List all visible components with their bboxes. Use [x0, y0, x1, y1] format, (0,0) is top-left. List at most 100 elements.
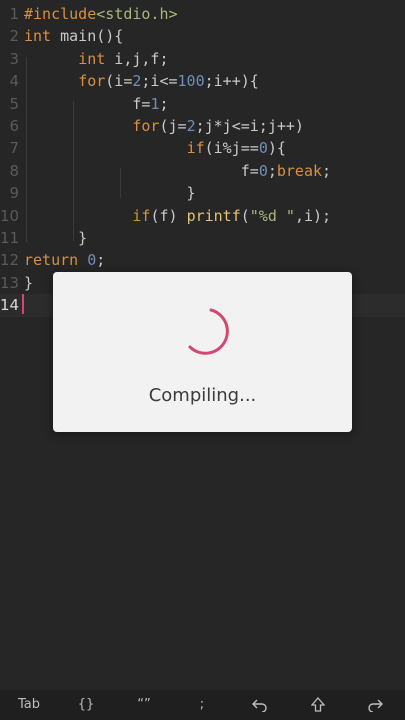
code-line[interactable]: 12 return 0; — [0, 249, 405, 271]
code-text: #include<stdio.h> — [24, 3, 178, 25]
code-line[interactable]: 10 if(f) printf("%d ",i); — [0, 205, 405, 227]
code-text: int main(){ — [24, 25, 123, 47]
code-line[interactable]: 1 #include<stdio.h> — [0, 3, 405, 25]
code-text: } — [24, 227, 87, 249]
indent-guide — [73, 101, 74, 241]
code-token: (j= — [159, 117, 187, 135]
code-token: ,i); — [294, 206, 332, 225]
code-token: } — [24, 184, 196, 203]
code-token: ; — [159, 94, 169, 113]
code-token: <stdio.h> — [96, 5, 178, 23]
code-token: i,j,f; — [105, 49, 169, 68]
code-token: 0 — [87, 251, 97, 270]
code-line[interactable]: 8 f=0;break; — [0, 160, 405, 182]
line-number: 11 — [0, 229, 20, 247]
code-text: int i,j,f; — [24, 48, 169, 70]
code-text: if(f) printf("%d ",i); — [24, 205, 331, 227]
code-line[interactable]: 2 int main(){ — [0, 25, 405, 47]
redo-button[interactable] — [355, 690, 395, 720]
code-token: } — [24, 273, 34, 292]
line-number: 3 — [9, 49, 19, 68]
code-token: #include — [24, 5, 97, 23]
code-text: return 0; — [24, 249, 105, 271]
code-text: if(i%j==0){ — [24, 137, 286, 159]
code-token: f= — [24, 94, 151, 113]
code-line[interactable]: 4 for(i=2;i<=100;i++){ — [0, 70, 405, 92]
code-token: ; — [322, 161, 332, 180]
code-token: ; — [96, 251, 106, 270]
code-line[interactable]: 6 for(j=2;j*j<=i;j++) — [0, 115, 405, 137]
code-token: 2 — [186, 117, 196, 135]
line-number: 4 — [9, 72, 19, 91]
code-line[interactable]: 11 } — [0, 227, 405, 249]
quotes-key-button[interactable]: “” — [124, 690, 164, 720]
code-token: break — [276, 161, 323, 180]
code-token: } — [24, 229, 88, 247]
code-line[interactable]: 9 } — [0, 182, 405, 204]
code-token: ( — [240, 206, 250, 225]
code-text: } — [24, 272, 33, 294]
line-number: 10 — [0, 206, 20, 225]
code-token: (f) — [150, 206, 187, 225]
loading-spinner-icon — [188, 308, 229, 355]
code-token: return — [24, 251, 79, 270]
shift-button[interactable] — [298, 690, 338, 720]
line-number: 1 — [9, 5, 19, 23]
semicolon-key-button[interactable]: ; — [182, 690, 222, 720]
code-line[interactable]: 3 int i,j,f; — [0, 48, 405, 70]
line-number: 14 — [0, 296, 20, 315]
text-cursor — [22, 294, 24, 314]
line-number: 9 — [9, 184, 19, 203]
indent-guide — [120, 168, 121, 198]
code-text: } — [24, 182, 196, 204]
tab-key-button[interactable]: Tab — [9, 690, 49, 720]
code-token: "%d " — [249, 206, 295, 225]
code-text: f=0;break; — [24, 160, 331, 182]
dialog-message: Compiling... — [148, 385, 257, 406]
code-token: 100 — [177, 72, 205, 91]
code-token: ;i++){ — [204, 72, 259, 91]
code-token: if — [186, 139, 205, 158]
code-token: ;i<= — [141, 72, 178, 91]
code-token: ){ — [267, 139, 286, 158]
code-line[interactable]: 7 if(i%j==0){ — [0, 137, 405, 159]
bottom-toolbar: Tab {} “” ; — [0, 690, 405, 720]
line-number: 2 — [9, 27, 19, 46]
code-text: for(i=2;i<=100;i++){ — [24, 70, 259, 92]
braces-key-button[interactable]: {} — [66, 690, 106, 720]
code-token: 0 — [258, 161, 268, 180]
undo-button[interactable] — [240, 690, 280, 720]
code-token: ;j*j<=i;j++) — [195, 117, 304, 135]
code-token: int — [24, 27, 52, 46]
code-token: (i%j== — [204, 139, 259, 158]
code-text: for(j=2;j*j<=i;j++) — [24, 115, 304, 137]
code-token: (i= — [105, 72, 133, 91]
code-line[interactable]: 5 f=1; — [0, 93, 405, 115]
undo-icon — [252, 699, 267, 712]
line-number: 12 — [0, 251, 20, 270]
code-text: f=1; — [24, 93, 169, 115]
code-token: f= — [24, 161, 259, 180]
indent-guide — [26, 57, 27, 242]
line-number: 13 — [0, 273, 20, 292]
line-number: 7 — [9, 139, 19, 158]
line-number: 6 — [9, 117, 19, 135]
redo-icon — [368, 699, 383, 712]
code-token: ; — [267, 161, 277, 180]
code-token: int — [78, 49, 106, 68]
line-number: 8 — [9, 161, 19, 180]
shift-up-icon — [311, 697, 325, 712]
code-token: for — [78, 72, 106, 91]
code-token: if — [132, 206, 151, 225]
code-token: printf — [186, 206, 241, 225]
code-token: for — [132, 117, 160, 135]
line-number: 5 — [9, 94, 19, 113]
code-token: main(){ — [51, 27, 124, 46]
code-token: 0 — [258, 139, 268, 158]
